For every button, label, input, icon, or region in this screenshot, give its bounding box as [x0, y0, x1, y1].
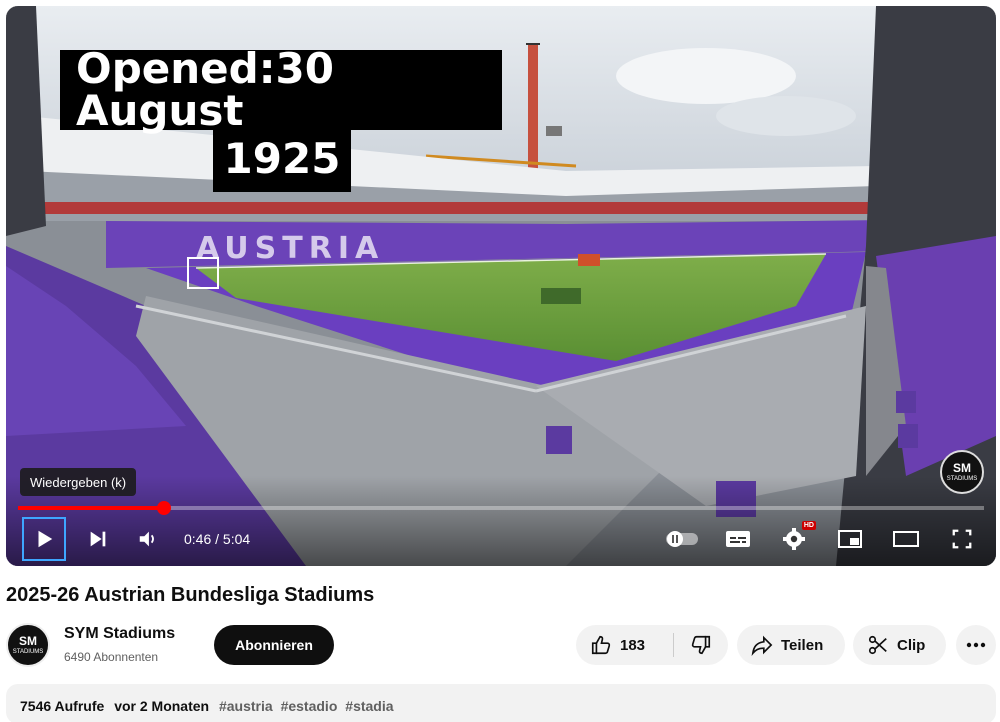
clip-button[interactable]: Clip: [853, 625, 946, 665]
subscribe-button[interactable]: Abonnieren: [214, 625, 334, 665]
clip-label: Clip: [897, 636, 926, 654]
player-controls: 0:46 / 5:04 HD: [6, 514, 996, 564]
watermark-monogram: SM: [953, 461, 971, 475]
hashtag[interactable]: #estadio: [281, 698, 338, 714]
video-player[interactable]: AUSTRIA Opened:30 August 1925 SM STADIUM…: [6, 6, 996, 566]
avatar-monogram: SM: [19, 634, 37, 648]
next-icon: [90, 531, 106, 547]
view-count: 7546 Aufrufe: [20, 698, 105, 714]
channel-name[interactable]: SYM Stadiums: [64, 625, 175, 643]
fullscreen-button[interactable]: [940, 517, 984, 561]
play-tooltip: Wiedergeben (k): [20, 468, 137, 496]
subtitles-button[interactable]: [716, 517, 760, 561]
theater-icon: [893, 531, 919, 547]
watermark-text: STADIUMS: [946, 476, 978, 482]
svg-text:AUSTRIA: AUSTRIA: [196, 231, 384, 266]
overlay-caption-line1: Opened:30 August: [60, 48, 502, 132]
channel-watermark[interactable]: SM STADIUMS: [940, 450, 984, 494]
share-button[interactable]: Teilen: [737, 625, 845, 665]
play-icon: [38, 530, 53, 548]
miniplayer-icon: [838, 530, 862, 548]
thumbs-down-icon: [691, 635, 711, 655]
hashtag[interactable]: #stadia: [345, 698, 393, 714]
play-button[interactable]: [22, 517, 66, 561]
video-title: 2025-26 Austrian Bundesliga Stadiums: [6, 584, 375, 606]
autoplay-toggle-icon: [666, 531, 698, 547]
thumbs-up-icon: [591, 635, 611, 655]
description-box[interactable]: 7546 Aufrufe vor 2 Monaten #austria #est…: [6, 684, 996, 722]
avatar-text: STADIUMS: [12, 649, 44, 655]
like-dislike-group: 183: [576, 625, 728, 665]
next-button[interactable]: [76, 517, 120, 561]
like-count: 183: [620, 636, 646, 654]
volume-button[interactable]: [126, 517, 170, 561]
autoplay-toggle[interactable]: [660, 517, 704, 561]
miniplayer-button[interactable]: [828, 517, 872, 561]
time-display: 0:46 / 5:04: [184, 531, 251, 547]
theater-mode-button[interactable]: [884, 517, 928, 561]
hd-badge: HD: [801, 521, 816, 530]
like-button[interactable]: 183: [576, 633, 674, 657]
settings-icon: [783, 528, 805, 550]
channel-avatar[interactable]: SM STADIUMS: [6, 623, 50, 667]
upload-age: vor 2 Monaten: [114, 698, 210, 714]
more-horizontal-icon: [966, 642, 986, 648]
fullscreen-icon: [952, 529, 972, 549]
progress-played: [18, 506, 165, 510]
settings-button[interactable]: HD: [772, 517, 816, 561]
overlay-caption-line2: 1925: [213, 126, 351, 192]
hashtag[interactable]: #austria: [219, 698, 273, 714]
share-label: Teilen: [781, 636, 824, 654]
progress-bar[interactable]: [18, 501, 984, 515]
more-actions-button[interactable]: [956, 625, 996, 665]
dislike-button[interactable]: [674, 634, 728, 656]
subscriber-count: 6490 Abonnenten: [64, 650, 159, 664]
scissors-icon: [868, 635, 887, 655]
subtitles-icon: [726, 531, 750, 547]
volume-icon: [139, 531, 154, 547]
share-icon: [751, 635, 773, 656]
